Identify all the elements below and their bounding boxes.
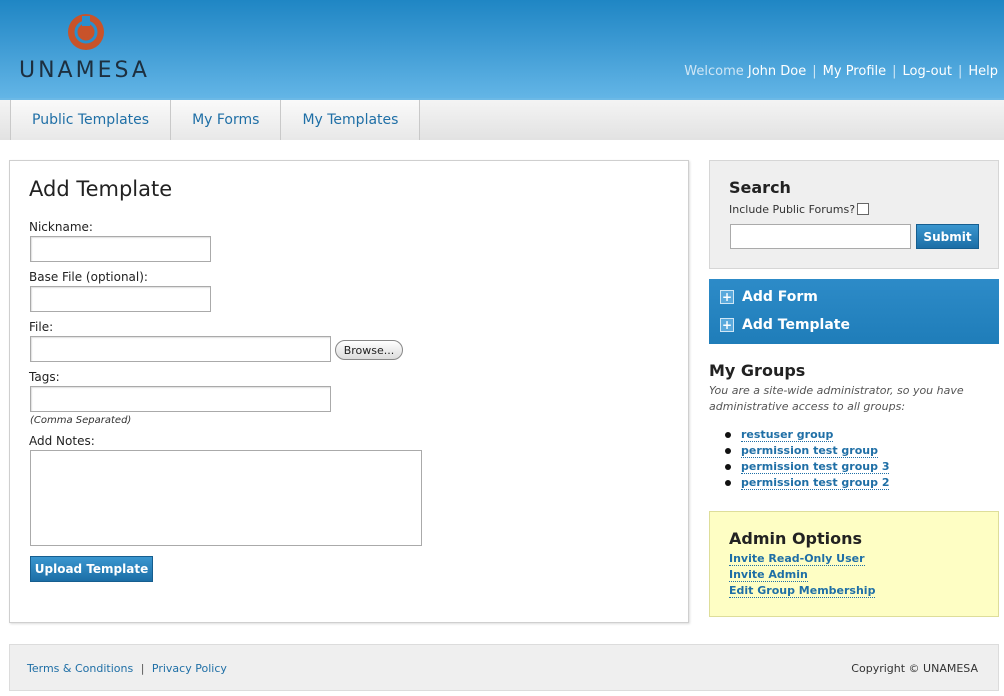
invite-admin-link[interactable]: Invite Admin bbox=[729, 568, 808, 582]
quick-actions: + Add Form + Add Template bbox=[709, 279, 999, 344]
file-label: File: bbox=[29, 320, 54, 334]
include-public-checkbox[interactable] bbox=[857, 203, 869, 215]
edit-group-membership-link[interactable]: Edit Group Membership bbox=[729, 584, 876, 598]
groups-description: You are a site-wide administrator, so yo… bbox=[709, 384, 964, 413]
help-link[interactable]: Help bbox=[968, 64, 998, 79]
search-title: Search bbox=[729, 178, 791, 197]
logout-link[interactable]: Log-out bbox=[903, 64, 952, 79]
group-link[interactable]: permission test group bbox=[741, 444, 878, 458]
header: UNAMESA Welcome John Doe | My Profile | … bbox=[0, 0, 1004, 98]
upload-template-button[interactable]: Upload Template bbox=[30, 556, 153, 582]
user-name-link[interactable]: John Doe bbox=[748, 64, 806, 79]
base-file-input[interactable] bbox=[30, 286, 211, 312]
copyright: Copyright © UNAMESA bbox=[851, 662, 978, 675]
bullet-icon bbox=[725, 464, 731, 470]
unamesa-logo-icon bbox=[68, 14, 104, 50]
separator: | bbox=[140, 662, 145, 675]
separator: | bbox=[812, 64, 817, 79]
list-item: permission test group 3 bbox=[725, 459, 890, 475]
my-groups-title: My Groups bbox=[709, 361, 806, 380]
footer-links: Terms & Conditions | Privacy Policy bbox=[27, 662, 227, 675]
tags-hint: (Comma Separated) bbox=[30, 415, 132, 426]
search-input[interactable] bbox=[730, 224, 911, 249]
my-profile-link[interactable]: My Profile bbox=[823, 64, 886, 79]
tags-label: Tags: bbox=[29, 370, 60, 384]
user-links: Welcome John Doe | My Profile | Log-out … bbox=[684, 64, 998, 79]
add-template-action[interactable]: + Add Template bbox=[720, 317, 850, 333]
privacy-link[interactable]: Privacy Policy bbox=[152, 662, 227, 675]
page-title: Add Template bbox=[29, 177, 173, 201]
plus-icon: + bbox=[720, 290, 734, 304]
footer: Terms & Conditions | Privacy Policy Copy… bbox=[9, 644, 999, 691]
invite-read-only-user-link[interactable]: Invite Read-Only User bbox=[729, 552, 865, 566]
list-item: permission test group 2 bbox=[725, 475, 890, 491]
list-item: permission test group bbox=[725, 443, 889, 459]
terms-link[interactable]: Terms & Conditions bbox=[27, 662, 133, 675]
nickname-input[interactable] bbox=[30, 236, 211, 262]
tab-my-forms[interactable]: My Forms bbox=[171, 100, 282, 140]
group-link[interactable]: permission test group 2 bbox=[741, 476, 890, 490]
group-list: restuser group permission test group per… bbox=[725, 427, 890, 491]
browse-button[interactable]: Browse... bbox=[335, 340, 403, 360]
base-file-label: Base File (optional): bbox=[29, 270, 148, 284]
submit-button[interactable]: Submit bbox=[916, 224, 979, 249]
brand-name[interactable]: UNAMESA bbox=[19, 58, 150, 83]
bullet-icon bbox=[725, 448, 731, 454]
group-link[interactable]: restuser group bbox=[741, 428, 834, 442]
add-form-action[interactable]: + Add Form bbox=[720, 289, 818, 305]
file-input[interactable] bbox=[30, 336, 331, 362]
add-template-label: Add Template bbox=[742, 317, 850, 333]
group-link[interactable]: permission test group 3 bbox=[741, 460, 890, 474]
plus-icon: + bbox=[720, 318, 734, 332]
notes-textarea[interactable] bbox=[30, 450, 422, 546]
add-template-panel: Add Template Nickname: Base File (option… bbox=[9, 160, 689, 623]
nickname-label: Nickname: bbox=[29, 220, 93, 234]
bullet-icon bbox=[725, 432, 731, 438]
bullet-icon bbox=[725, 480, 731, 486]
main-nav: Public Templates My Forms My Templates bbox=[0, 98, 1004, 140]
tab-my-templates[interactable]: My Templates bbox=[281, 100, 421, 140]
list-item: restuser group bbox=[725, 427, 889, 443]
separator: | bbox=[957, 64, 963, 79]
admin-options-title: Admin Options bbox=[729, 529, 863, 548]
notes-label: Add Notes: bbox=[29, 434, 95, 448]
tags-input[interactable] bbox=[30, 386, 331, 412]
tab-public-templates[interactable]: Public Templates bbox=[10, 100, 172, 140]
separator: | bbox=[892, 64, 897, 79]
welcome-label: Welcome bbox=[684, 64, 744, 79]
search-box: Search Include Public Forums? Submit bbox=[709, 160, 999, 269]
include-public-label: Include Public Forums? bbox=[729, 203, 856, 216]
admin-options-box: Admin Options Invite Read-Only User Invi… bbox=[709, 511, 999, 617]
add-form-label: Add Form bbox=[742, 289, 818, 305]
